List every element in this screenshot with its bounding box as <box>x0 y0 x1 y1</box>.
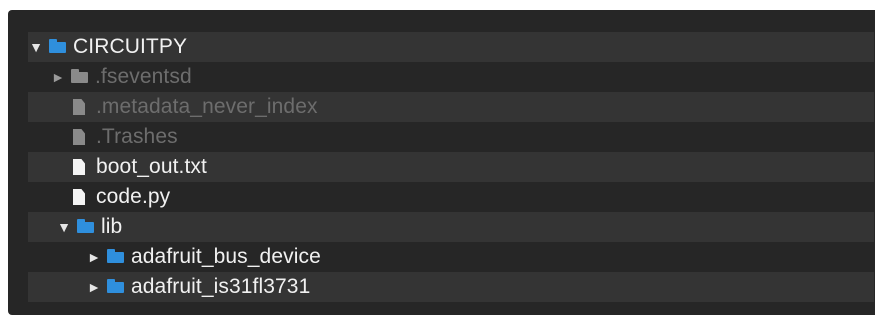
tree-row-label: .metadata_never_index <box>96 95 318 118</box>
tree-row-label: lib <box>101 215 123 238</box>
tree-row-metadata-never-index[interactable]: .metadata_never_index <box>28 92 874 122</box>
collapse-triangle-icon[interactable]: ► <box>50 62 66 92</box>
expand-triangle-icon[interactable]: ▼ <box>28 32 44 62</box>
file-browser-window: ▼ CIRCUITPY ► .fseventsd .metadata_never… <box>8 10 875 315</box>
tree-row-adafruit-is31fl3731[interactable]: ► adafruit_is31fl3731 <box>28 272 874 302</box>
collapse-triangle-icon[interactable]: ► <box>86 272 102 302</box>
folder-icon <box>107 248 124 263</box>
tree-row-trashes[interactable]: .Trashes <box>28 122 874 152</box>
folder-icon <box>49 38 66 53</box>
folder-icon <box>107 278 124 293</box>
tree-row-boot-out-txt[interactable]: boot_out.txt <box>28 152 874 182</box>
folder-icon <box>71 68 88 83</box>
tree-row-label: adafruit_bus_device <box>131 245 321 268</box>
tree-row-label: code.py <box>96 185 171 208</box>
file-icon <box>73 99 85 115</box>
file-icon <box>73 189 85 205</box>
tree-row-circuitpy[interactable]: ▼ CIRCUITPY <box>28 32 874 62</box>
tree-row-lib[interactable]: ▼ lib <box>28 212 874 242</box>
tree-row-label: .Trashes <box>96 125 178 148</box>
tree-row-adafruit-bus-device[interactable]: ► adafruit_bus_device <box>28 242 874 272</box>
file-icon <box>73 159 85 175</box>
tree-row-fseventsd[interactable]: ► .fseventsd <box>28 62 874 92</box>
expand-triangle-icon[interactable]: ▼ <box>56 212 72 242</box>
folder-icon <box>77 218 94 233</box>
collapse-triangle-icon[interactable]: ► <box>86 242 102 272</box>
tree-row-code-py[interactable]: code.py <box>28 182 874 212</box>
tree-row-label: .fseventsd <box>95 65 192 88</box>
tree-row-label: adafruit_is31fl3731 <box>131 275 311 298</box>
file-tree: ▼ CIRCUITPY ► .fseventsd .metadata_never… <box>28 32 874 302</box>
tree-row-label: boot_out.txt <box>96 155 207 178</box>
tree-row-label: CIRCUITPY <box>73 35 188 58</box>
file-icon <box>73 129 85 145</box>
